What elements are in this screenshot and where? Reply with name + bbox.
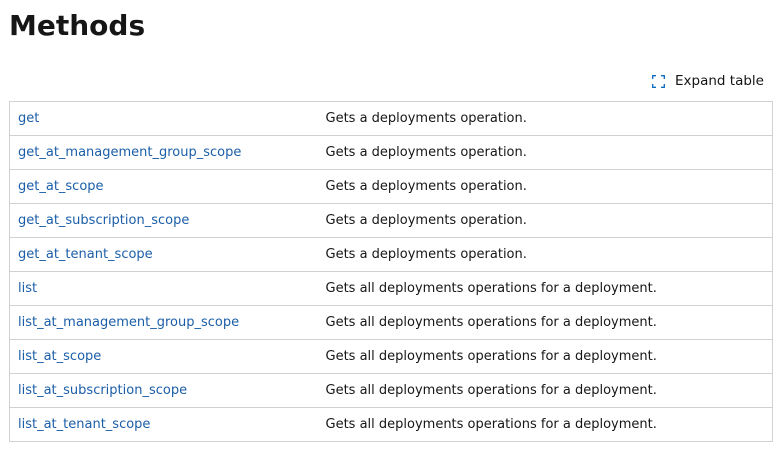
method-name-cell: get_at_tenant_scope	[9, 237, 318, 272]
table-row: get Gets a deployments operation.	[9, 101, 773, 136]
method-link[interactable]: list_at_subscription_scope	[18, 383, 187, 398]
method-link[interactable]: list_at_management_group_scope	[18, 315, 239, 330]
method-description-cell: Gets all deployments operations for a de…	[317, 373, 773, 408]
methods-table: get Gets a deployments operation. get_at…	[9, 101, 773, 442]
method-description: Gets a deployments operation.	[325, 111, 527, 126]
method-description: Gets a deployments operation.	[325, 179, 527, 194]
method-name-cell: list_at_subscription_scope	[9, 373, 318, 408]
method-description: Gets a deployments operation.	[325, 145, 527, 160]
method-description-cell: Gets a deployments operation.	[317, 135, 773, 170]
method-description-cell: Gets all deployments operations for a de…	[317, 407, 773, 442]
method-name-cell: list_at_scope	[9, 339, 318, 374]
method-description-cell: Gets a deployments operation.	[317, 237, 773, 272]
page-title: Methods	[9, 9, 146, 42]
table-row: get_at_scope Gets a deployments operatio…	[9, 169, 773, 204]
method-description: Gets all deployments operations for a de…	[325, 417, 657, 432]
method-name-cell: get_at_management_group_scope	[9, 135, 318, 170]
method-description-cell: Gets a deployments operation.	[317, 203, 773, 238]
method-description-cell: Gets all deployments operations for a de…	[317, 305, 773, 340]
method-description-cell: Gets all deployments operations for a de…	[317, 271, 773, 306]
expand-icon	[652, 74, 665, 88]
method-name-cell: get_at_subscription_scope	[9, 203, 318, 238]
method-description: Gets all deployments operations for a de…	[325, 383, 657, 398]
table-row: list_at_subscription_scope Gets all depl…	[9, 373, 773, 408]
method-description: Gets all deployments operations for a de…	[325, 315, 657, 330]
method-description: Gets a deployments operation.	[325, 247, 527, 262]
method-description: Gets all deployments operations for a de…	[325, 281, 657, 296]
method-link[interactable]: get_at_scope	[18, 179, 104, 194]
table-row: list_at_tenant_scope Gets all deployment…	[9, 407, 773, 442]
table-row: list Gets all deployments operations for…	[9, 271, 773, 306]
table-row: list_at_management_group_scope Gets all …	[9, 305, 773, 340]
method-name-cell: list	[9, 271, 318, 306]
method-description: Gets all deployments operations for a de…	[325, 349, 657, 364]
method-link[interactable]: get	[18, 111, 39, 126]
method-description-cell: Gets a deployments operation.	[317, 101, 773, 136]
method-description-cell: Gets a deployments operation.	[317, 169, 773, 204]
method-description-cell: Gets all deployments operations for a de…	[317, 339, 773, 374]
table-row: get_at_tenant_scope Gets a deployments o…	[9, 237, 773, 272]
method-link[interactable]: list_at_tenant_scope	[18, 417, 150, 432]
expand-table-label: Expand table	[675, 73, 764, 89]
method-name-cell: list_at_tenant_scope	[9, 407, 318, 442]
table-row: list_at_scope Gets all deployments opera…	[9, 339, 773, 374]
expand-table-button[interactable]: Expand table	[652, 70, 764, 92]
method-name-cell: get_at_scope	[9, 169, 318, 204]
method-link[interactable]: get_at_tenant_scope	[18, 247, 153, 262]
method-link[interactable]: list_at_scope	[18, 349, 101, 364]
method-link[interactable]: get_at_subscription_scope	[18, 213, 189, 228]
table-row: get_at_management_group_scope Gets a dep…	[9, 135, 773, 170]
method-link[interactable]: get_at_management_group_scope	[18, 145, 241, 160]
method-name-cell: get	[9, 101, 318, 136]
method-name-cell: list_at_management_group_scope	[9, 305, 318, 340]
method-description: Gets a deployments operation.	[325, 213, 527, 228]
table-row: get_at_subscription_scope Gets a deploym…	[9, 203, 773, 238]
method-link[interactable]: list	[18, 281, 37, 296]
